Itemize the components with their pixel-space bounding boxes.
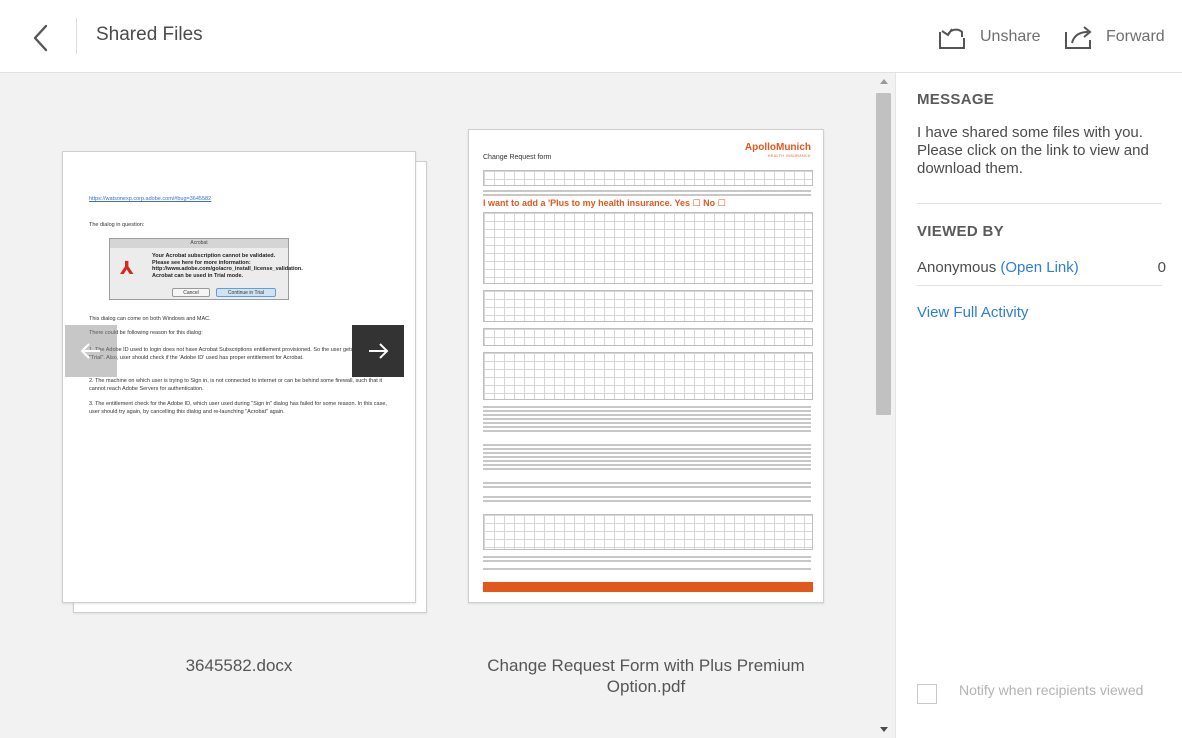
- arrow-right-icon: [369, 343, 389, 359]
- acrobat-icon: ⅄: [120, 258, 134, 278]
- unshare-icon: [939, 28, 965, 49]
- unshare-label: Unshare: [980, 28, 1041, 45]
- pdf-text-line: [483, 556, 811, 558]
- forward-button[interactable]: Forward: [1062, 22, 1165, 52]
- view-full-activity-link[interactable]: View Full Activity: [917, 304, 1028, 321]
- message-heading: MESSAGE: [917, 91, 995, 108]
- doc-dialog-title: Acrobat: [110, 239, 288, 248]
- details-panel: MESSAGE I have shared some files with yo…: [895, 73, 1182, 738]
- pdf-text-line: [483, 568, 811, 570]
- doc-paragraph: There could be following reason for this…: [89, 330, 203, 336]
- pdf-text-line: [483, 422, 811, 424]
- pdf-text-line: [483, 460, 811, 462]
- pdf-table: [483, 212, 813, 284]
- pdf-text-line: [483, 418, 811, 420]
- pdf-text-line: [483, 430, 811, 432]
- doc-paragraph: 2. The machine on which user is trying t…: [89, 378, 383, 392]
- pdf-table: [483, 328, 813, 346]
- arrow-left-icon: [80, 343, 100, 359]
- chevron-left-icon: [33, 24, 48, 52]
- pdf-text-line: [483, 448, 811, 450]
- doc-dialog-image: Acrobat ⅄ Your Acrobat subscription cann…: [109, 238, 303, 300]
- divider: [917, 203, 1162, 204]
- pdf-logo: ApolloMunich: [744, 142, 811, 153]
- pdf-text-line: [483, 414, 811, 416]
- pdf-text-line: [483, 190, 811, 192]
- pdf-text-line: [483, 486, 811, 488]
- previous-page-button[interactable]: [65, 325, 117, 377]
- viewer-name: Anonymous: [917, 259, 997, 276]
- pdf-text-line: [483, 496, 811, 498]
- pdf-form-title: Change Request form: [483, 154, 552, 161]
- pdf-text-line: [483, 456, 811, 458]
- notify-label: Notify when recipients viewed: [959, 682, 1144, 698]
- divider: [917, 285, 1162, 286]
- view-count: 0: [1157, 259, 1166, 276]
- pdf-text-line: [483, 410, 811, 412]
- divider: [76, 18, 77, 54]
- file-name-docx: 3645582.docx: [185, 656, 293, 675]
- notify-checkbox[interactable]: [917, 684, 937, 704]
- doc-url: https://watsonexp.corp.adobe.com/#bug=36…: [89, 196, 212, 202]
- pdf-table: [483, 290, 813, 322]
- next-page-button[interactable]: [352, 325, 404, 377]
- unshare-button[interactable]: Unshare: [936, 22, 1040, 52]
- doc-paragraph: 3. The entitlement check for the Adobe I…: [89, 401, 387, 415]
- pdf-text-line: [483, 194, 811, 196]
- pdf-text-line: [483, 464, 811, 466]
- doc-dialog-continue: Continue in Trial: [216, 288, 276, 297]
- pdf-text-line: [483, 452, 811, 454]
- pdf-text-line: [483, 444, 811, 446]
- pdf-text-line: [483, 482, 811, 484]
- vertical-scrollbar[interactable]: [875, 73, 895, 738]
- pdf-text-line: [483, 406, 811, 408]
- pdf-footer: [483, 582, 813, 592]
- scroll-up-icon[interactable]: [880, 79, 888, 84]
- pdf-logo-sub: HEALTH INSURANCE: [767, 154, 811, 158]
- pdf-table: [483, 514, 813, 550]
- forward-label: Forward: [1106, 28, 1165, 45]
- scroll-down-icon[interactable]: [880, 727, 888, 732]
- pdf-text-line: [483, 468, 811, 470]
- pdf-text-line: [483, 500, 811, 502]
- doc-intro: The dialog in question:: [89, 222, 145, 228]
- pdf-highlight-text: I want to add a 'Plus to my health insur…: [483, 198, 726, 208]
- scrollbar-thumb[interactable]: [876, 93, 891, 415]
- pdf-table: [483, 352, 813, 400]
- viewed-by-heading: VIEWED BY: [917, 223, 1004, 240]
- pdf-text-line: [483, 426, 811, 428]
- file-preview-area: https://watsonexp.corp.adobe.com/#bug=36…: [0, 73, 875, 738]
- file-thumbnail-docx[interactable]: https://watsonexp.corp.adobe.com/#bug=36…: [62, 151, 416, 603]
- pdf-table: [483, 170, 813, 186]
- forward-icon: [1065, 26, 1092, 49]
- doc-paragraph: 1. The Adobe ID used to login does not h…: [89, 347, 392, 361]
- back-button[interactable]: [26, 22, 56, 54]
- pdf-text-line: [483, 560, 811, 562]
- open-link[interactable]: (Open Link): [1000, 259, 1078, 276]
- viewer-row: Anonymous (Open Link) 0: [917, 259, 1166, 276]
- page-title: Shared Files: [96, 24, 203, 45]
- doc-dialog-cancel: Cancel: [172, 288, 210, 297]
- message-text: I have shared some files with you. Pleas…: [917, 124, 1149, 177]
- doc-dialog-text: Your Acrobat subscription cannot be vali…: [152, 253, 303, 279]
- doc-paragraph: This dialog can come on both Windows and…: [89, 316, 211, 322]
- file-thumbnail-pdf[interactable]: Change Request form ApolloMunich HEALTH …: [468, 129, 824, 603]
- notify-option: Notify when recipients viewed: [917, 682, 1149, 704]
- file-name-pdf: Change Request Form with Plus Premium Op…: [487, 656, 805, 696]
- top-bar: Shared Files Unshare Forward: [0, 0, 1182, 73]
